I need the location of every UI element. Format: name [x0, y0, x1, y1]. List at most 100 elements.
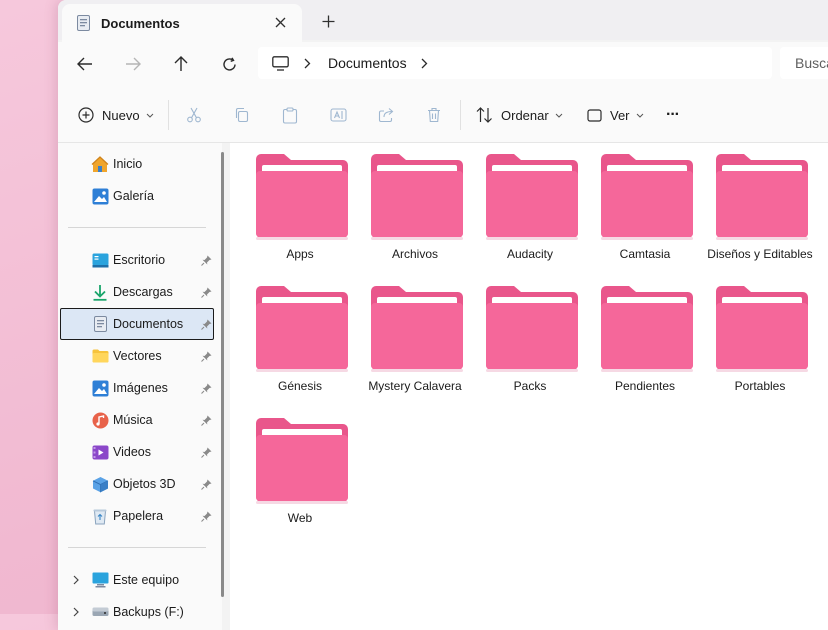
pin-icon[interactable]: [200, 478, 212, 490]
file-explorer-window: Documentos Documentos Busc Nuevo Ordenar…: [58, 0, 828, 630]
folder-icon: [716, 286, 808, 372]
folder-name: Apps: [286, 247, 314, 261]
tab-documentos[interactable]: Documentos: [62, 4, 302, 42]
sidebar-item-escritorio[interactable]: Escritorio: [60, 244, 214, 276]
sidebar-item-videos[interactable]: Videos: [60, 436, 214, 468]
pin-icon[interactable]: [200, 414, 212, 426]
folder-item[interactable]: Génesis: [242, 275, 352, 401]
new-button[interactable]: Nuevo: [78, 104, 154, 126]
sidebar-item-este-equipo[interactable]: Este equipo: [60, 564, 214, 596]
paste-button[interactable]: [280, 105, 300, 125]
pin-icon[interactable]: [200, 254, 212, 266]
folder-item[interactable]: Pendientes: [587, 275, 697, 401]
sidebar-scrollbar[interactable]: [221, 152, 224, 597]
download-icon: [91, 283, 109, 301]
video-icon: [91, 443, 109, 461]
breadcrumb-documentos[interactable]: Documentos: [328, 55, 407, 71]
sidebar-item-label: Inicio: [113, 157, 143, 171]
chevron-down-icon: [555, 113, 563, 118]
rename-icon: [329, 108, 347, 122]
address-row: Documentos Buscar en Documentos: [58, 42, 828, 86]
sidebar-item-vectores[interactable]: Vectores: [60, 340, 214, 372]
sidebar-item-label: Videos: [113, 445, 151, 459]
arrow-up-icon: [174, 56, 188, 71]
folder-item[interactable]: Audacity: [472, 143, 582, 269]
folder-item[interactable]: Apps: [242, 143, 352, 269]
folder-icon: [371, 154, 463, 240]
sidebar-item-galeria[interactable]: Galería: [60, 180, 214, 212]
folder-item[interactable]: Diseños y Editables: [702, 143, 813, 269]
share-icon: [378, 108, 394, 123]
sidebar-item-papelera[interactable]: Papelera: [60, 500, 214, 532]
up-button[interactable]: [170, 53, 192, 75]
navigation-pane: Inicio Galería Escritorio Descargas Docu…: [58, 143, 222, 630]
folder-item[interactable]: Web: [242, 407, 352, 533]
delete-button[interactable]: [424, 105, 444, 125]
sidebar-item-label: Objetos 3D: [113, 477, 176, 491]
sidebar-item-label: Música: [113, 413, 153, 427]
folder-icon: [256, 418, 348, 504]
tab-strip: Documentos: [58, 0, 828, 42]
sidebar-item-inicio[interactable]: Inicio: [60, 148, 214, 180]
folder-icon: [716, 154, 808, 240]
sort-label: Ordenar: [501, 107, 549, 123]
document-icon: [76, 15, 90, 31]
sidebar-item-label: Escritorio: [113, 253, 166, 267]
copy-icon: [235, 107, 249, 123]
share-button[interactable]: [376, 105, 396, 125]
new-tab-button[interactable]: [320, 13, 336, 29]
sidebar-divider: [68, 547, 206, 548]
sidebar-item-musica[interactable]: Música: [60, 404, 214, 436]
recycle-bin-icon: [91, 507, 109, 525]
chevron-down-icon: [146, 113, 154, 118]
folder-name: Archivos: [391, 247, 438, 261]
copy-button[interactable]: [232, 105, 252, 125]
pin-icon[interactable]: [200, 382, 212, 394]
folder-item[interactable]: Packs: [472, 275, 582, 401]
sidebar-item-descargas[interactable]: Descargas: [60, 276, 214, 308]
pin-icon[interactable]: [200, 510, 212, 522]
home-icon: [91, 155, 109, 173]
sort-icon: [476, 107, 492, 123]
chevron-right-icon[interactable]: [421, 58, 433, 69]
sidebar-item-imagenes[interactable]: Imágenes: [60, 372, 214, 404]
back-button[interactable]: [74, 53, 96, 75]
scissors-icon: [187, 107, 201, 123]
rename-button[interactable]: [328, 105, 348, 125]
forward-button[interactable]: [122, 53, 144, 75]
more-options-button[interactable]: ···: [666, 104, 680, 126]
sort-button[interactable]: Ordenar: [476, 104, 563, 126]
chevron-right-icon[interactable]: [304, 58, 316, 69]
sidebar-item-label: Backups (F:): [113, 605, 184, 619]
folder-item[interactable]: Camtasia: [587, 143, 697, 269]
search-input[interactable]: Buscar en Documentos: [780, 47, 828, 79]
sidebar-item-backups[interactable]: Backups (F:): [60, 596, 214, 628]
refresh-button[interactable]: [218, 53, 240, 75]
toolbar-divider: [460, 100, 461, 130]
close-tab-icon[interactable]: [272, 14, 288, 30]
view-button[interactable]: Ver: [587, 104, 644, 126]
folder-item[interactable]: Mystery Calavera: [357, 275, 467, 401]
folder-name: Camtasia: [619, 247, 671, 261]
chevron-right-icon[interactable]: [70, 606, 82, 618]
pin-icon[interactable]: [200, 446, 212, 458]
sidebar-item-objetos-3d[interactable]: Objetos 3D: [60, 468, 214, 500]
pin-icon[interactable]: [200, 350, 212, 362]
sidebar-item-label: Este equipo: [113, 573, 180, 587]
folder-item[interactable]: Archivos: [357, 143, 467, 269]
folder-icon: [486, 286, 578, 372]
pin-icon[interactable]: [200, 318, 212, 330]
clipboard-icon: [282, 106, 298, 124]
view-label: Ver: [610, 107, 630, 123]
search-placeholder: Buscar en Documentos: [795, 55, 828, 71]
folder-icon: [601, 286, 693, 372]
document-icon: [91, 315, 109, 333]
music-icon: [91, 411, 109, 429]
cut-button[interactable]: [184, 105, 204, 125]
folder-item[interactable]: Portables: [702, 275, 812, 401]
sidebar-item-documentos[interactable]: Documentos: [60, 308, 214, 340]
pin-icon[interactable]: [200, 286, 212, 298]
address-bar[interactable]: Documentos: [258, 47, 772, 79]
sidebar-item-label: Galería: [113, 189, 154, 203]
chevron-right-icon[interactable]: [70, 574, 82, 586]
